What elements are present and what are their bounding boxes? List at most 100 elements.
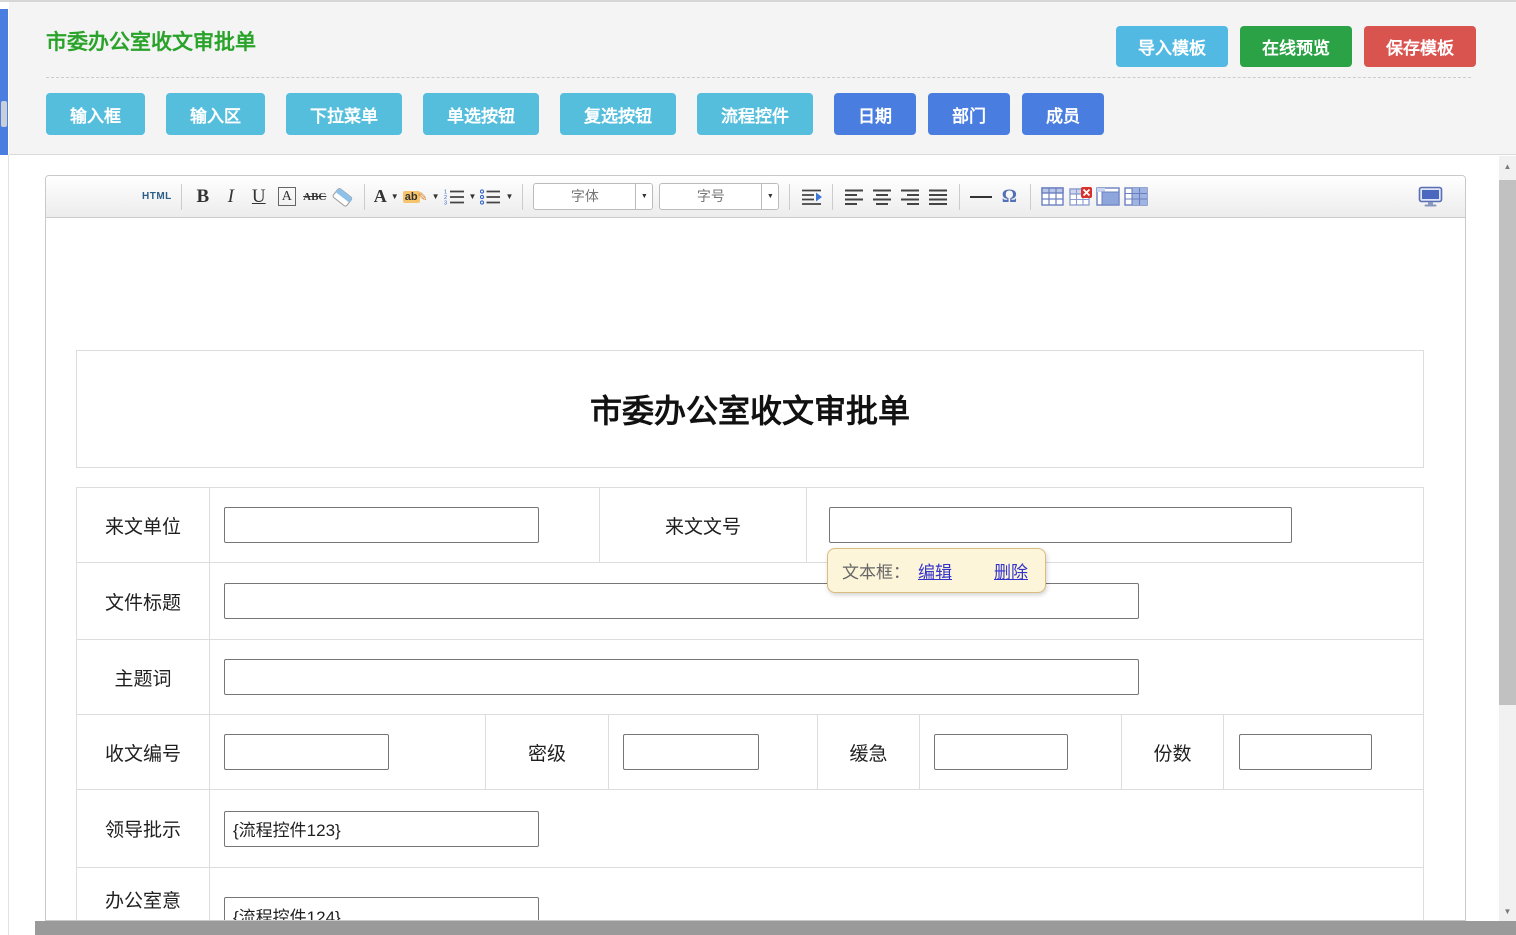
document-title: 市委办公室收文审批单 xyxy=(590,386,910,432)
fullscreen-monitor-icon xyxy=(1418,186,1443,207)
editor-toolbar: HTML B I U A ABC A ▼ ab xyxy=(46,176,1465,218)
strikethrough-button[interactable]: ABC xyxy=(303,183,327,211)
label-secrecy-level: 密级 xyxy=(486,715,609,789)
document-title-block: 市委办公室收文审批单 xyxy=(76,350,1424,468)
insert-table-button[interactable] xyxy=(1040,183,1064,211)
align-left-icon xyxy=(843,188,865,205)
bullet-list-button[interactable]: ▼ xyxy=(480,183,513,211)
scroll-up-arrow-icon[interactable]: ▲ xyxy=(1499,156,1516,176)
eraser-button[interactable] xyxy=(331,183,355,211)
table-properties-icon xyxy=(1096,187,1120,206)
pencil-icon: ✎ xyxy=(418,190,428,204)
italic-button[interactable]: I xyxy=(219,183,243,211)
secrecy-level-input[interactable] xyxy=(623,734,759,770)
table-row: 来文单位 来文文号 xyxy=(77,488,1423,563)
subject-words-input[interactable] xyxy=(224,659,1139,695)
form-table: 来文单位 来文文号 文件标题 主题词 xyxy=(76,487,1424,921)
align-right-button[interactable] xyxy=(898,183,922,211)
cell xyxy=(210,488,600,562)
scroll-down-arrow-icon[interactable]: ▼ xyxy=(1499,901,1516,921)
control-tooltip: 文本框： 编辑 删除 xyxy=(827,548,1046,593)
source-html-button[interactable]: HTML xyxy=(142,183,172,211)
indent-icon xyxy=(800,188,823,205)
cell xyxy=(210,563,1423,639)
import-template-button[interactable]: 导入模板 xyxy=(1116,26,1228,67)
justify-button[interactable] xyxy=(926,183,950,211)
header-actions: 导入模板 在线预览 保存模板 xyxy=(1116,26,1476,67)
tooltip-label: 文本框： xyxy=(842,558,910,583)
receipt-number-input[interactable] xyxy=(224,734,389,770)
incoming-unit-input[interactable] xyxy=(224,507,539,543)
insert-table-icon xyxy=(1041,187,1064,206)
cell xyxy=(609,715,818,789)
align-left-button[interactable] xyxy=(842,183,866,211)
indent-button[interactable] xyxy=(799,183,823,211)
cell xyxy=(210,790,1423,867)
form-template-designer: 市委办公室收文审批单 导入模板 在线预览 保存模板 输入框 输入区 下拉菜单 单… xyxy=(0,0,1516,935)
widget-textarea-button[interactable]: 输入区 xyxy=(166,93,265,135)
widget-radio-button[interactable]: 单选按钮 xyxy=(423,93,539,135)
toolbar-separator xyxy=(789,184,790,210)
special-character-button[interactable]: Ω xyxy=(997,183,1021,211)
delete-table-icon xyxy=(1069,187,1092,206)
urgency-input[interactable] xyxy=(934,734,1068,770)
dropdown-caret-icon: ▼ xyxy=(469,192,477,201)
bullet-list-icon xyxy=(480,188,501,205)
dropdown-caret-icon[interactable]: ▼ xyxy=(635,184,652,209)
table-row: 收文编号 密级 缓急 份数 xyxy=(77,715,1423,790)
label-office-opinion: 办公室意 xyxy=(77,868,210,921)
toolbar-separator xyxy=(959,184,960,210)
scrollbar-thumb[interactable] xyxy=(1499,180,1516,705)
dropdown-caret-icon[interactable]: ▼ xyxy=(761,184,778,209)
left-panel-divider xyxy=(8,155,9,935)
edit-control-link[interactable]: 编辑 xyxy=(918,558,952,583)
widget-dropdown-button[interactable]: 下拉菜单 xyxy=(286,93,402,135)
align-right-icon xyxy=(899,188,921,205)
incoming-doc-number-input[interactable] xyxy=(829,507,1292,543)
align-center-button[interactable] xyxy=(870,183,894,211)
widget-input-box-button[interactable]: 输入框 xyxy=(46,93,145,135)
toolbar-separator xyxy=(364,184,365,210)
table-properties-button[interactable] xyxy=(1096,183,1120,211)
label-incoming-doc-number: 来文文号 xyxy=(600,488,807,562)
widget-member-button[interactable]: 成员 xyxy=(1022,93,1104,135)
cell xyxy=(210,640,1423,714)
online-preview-button[interactable]: 在线预览 xyxy=(1240,26,1352,67)
cell xyxy=(210,715,486,789)
table-row: 主题词 xyxy=(77,640,1423,715)
numbered-list-button[interactable]: 1 2 3 ▼ xyxy=(444,183,477,211)
widget-flow-control-button[interactable]: 流程控件 xyxy=(697,93,813,135)
horizontal-rule-button[interactable] xyxy=(969,183,993,211)
toolbar-separator xyxy=(1030,184,1031,210)
office-opinion-input[interactable] xyxy=(224,897,539,921)
save-template-button[interactable]: 保存模板 xyxy=(1364,26,1476,67)
label-copies-count: 份数 xyxy=(1122,715,1224,789)
widget-date-button[interactable]: 日期 xyxy=(834,93,916,135)
label-receipt-number: 收文编号 xyxy=(77,715,210,789)
widget-checkbox-button[interactable]: 复选按钮 xyxy=(560,93,676,135)
page-title: 市委办公室收文审批单 xyxy=(46,26,256,56)
font-color-button[interactable]: A ▼ xyxy=(374,183,399,211)
border-a-button[interactable]: A xyxy=(278,187,296,206)
header: 市委办公室收文审批单 导入模板 在线预览 保存模板 输入框 输入区 下拉菜单 单… xyxy=(9,2,1516,155)
align-center-icon xyxy=(871,188,893,205)
bold-button[interactable]: B xyxy=(191,183,215,211)
widget-department-button[interactable]: 部门 xyxy=(928,93,1010,135)
highlight-button[interactable]: ab ✎ ▼ xyxy=(403,183,440,211)
document-canvas[interactable]: 市委办公室收文审批单 来文单位 来文文号 文件标题 xyxy=(46,218,1465,921)
font-size-select[interactable]: 字号 ▼ xyxy=(659,183,779,210)
delete-table-button[interactable] xyxy=(1068,183,1092,211)
cell-properties-button[interactable] xyxy=(1124,183,1148,211)
left-accent-strip xyxy=(0,9,8,155)
toolbar-separator xyxy=(832,184,833,210)
leader-comments-input[interactable] xyxy=(224,811,539,847)
cell-properties-icon xyxy=(1124,187,1148,206)
vertical-scrollbar[interactable]: ▲ ▼ xyxy=(1499,156,1516,921)
copies-count-input[interactable] xyxy=(1239,734,1372,770)
toolbar-separator xyxy=(181,184,182,210)
delete-control-link[interactable]: 删除 xyxy=(994,558,1028,583)
font-family-select[interactable]: 字体 ▼ xyxy=(533,183,653,210)
table-row: 领导批示 xyxy=(77,790,1423,868)
fullscreen-button[interactable] xyxy=(1418,183,1443,211)
underline-button[interactable]: U xyxy=(247,183,271,211)
